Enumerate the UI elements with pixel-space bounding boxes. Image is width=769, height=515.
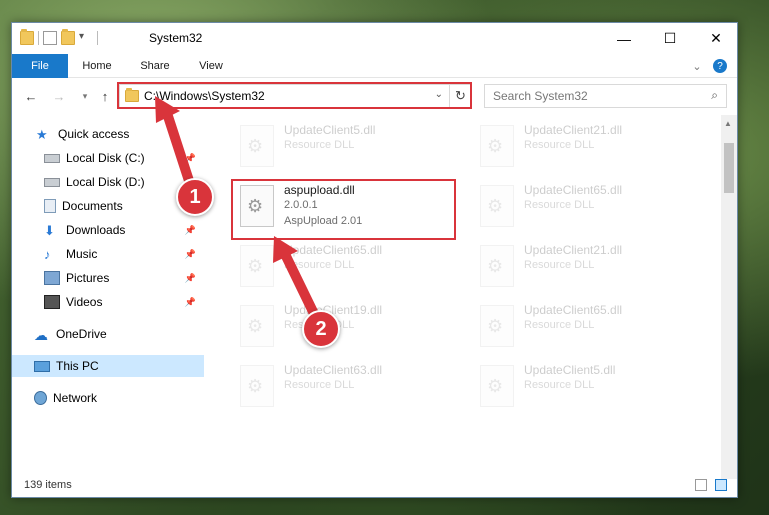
step-1-badge: 1: [176, 178, 214, 216]
annotation-arrows: [155, 96, 323, 327]
step-2-badge: 2: [302, 310, 340, 348]
